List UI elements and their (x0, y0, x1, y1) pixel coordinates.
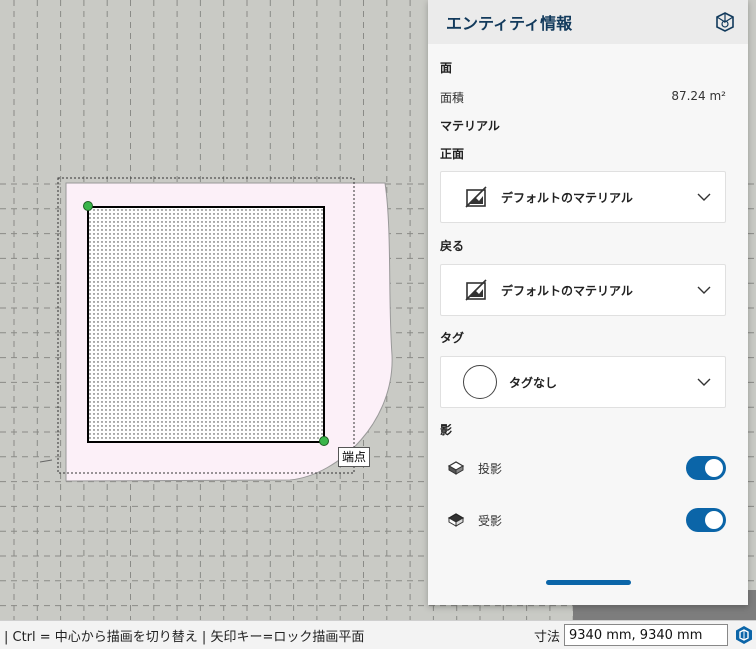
cast-shadow-toggle[interactable] (686, 456, 726, 480)
area-label: 面積 (440, 91, 465, 105)
cast-shadow-icon (447, 461, 465, 475)
front-label: 正面 (440, 147, 465, 161)
receive-shadow-label: 受影 (478, 513, 503, 528)
status-hint: | Ctrl = 中心から描画を切り替え | 矢印キー=ロック描画平面 (4, 629, 365, 645)
drawn-rectangle[interactable] (87, 206, 325, 443)
cast-shadow-row: 投影 (446, 455, 726, 481)
chevron-down-icon (697, 286, 711, 294)
front-material-dropdown[interactable]: デフォルトのマテリアル (440, 171, 726, 223)
back-material-dropdown[interactable]: デフォルトのマテリアル (440, 264, 726, 316)
dimension-input[interactable] (564, 624, 728, 646)
tag-value: タグなし (509, 375, 558, 390)
front-material-label: デフォルトのマテリアル (501, 190, 633, 205)
section-face: 面 (440, 61, 453, 75)
entity-info-cube-icon[interactable] (714, 11, 736, 33)
shadow-label: 影 (440, 423, 453, 437)
back-label: 戻る (440, 239, 465, 253)
dimension-label: 寸法 (533, 629, 560, 645)
receive-shadow-toggle[interactable] (686, 508, 726, 532)
area-value: 87.24 m² (671, 89, 726, 103)
tag-label: タグ (440, 331, 465, 345)
default-material-icon (465, 279, 487, 301)
panel-scroll-indicator[interactable] (546, 580, 631, 585)
tag-dropdown[interactable]: タグなし (440, 356, 726, 408)
receive-shadow-icon (447, 513, 465, 527)
chevron-down-icon (697, 193, 711, 201)
entity-info-panel: エンティティ情報 面 面積 87.24 m² マテリアル 正面 デフォルトのマテ… (428, 0, 748, 605)
tag-color-swatch (463, 365, 497, 399)
chevron-down-icon (697, 378, 711, 386)
endpoint-tooltip: 端点 (338, 447, 371, 467)
inferred-guide (39, 459, 53, 463)
status-bar: | Ctrl = 中心から描画を切り替え | 矢印キー=ロック描画平面 寸法 (0, 620, 756, 649)
back-material-label: デフォルトのマテリアル (501, 283, 633, 298)
panel-title: エンティティ情報 (446, 14, 573, 33)
sketchup-logo-icon (736, 626, 752, 644)
endpoint-marker-start (83, 201, 93, 211)
receive-shadow-row: 受影 (446, 507, 726, 533)
material-header: マテリアル (440, 119, 500, 133)
default-material-icon (465, 186, 487, 208)
endpoint-marker-end (319, 436, 329, 446)
cast-shadow-label: 投影 (478, 461, 503, 476)
panel-header: エンティティ情報 (428, 0, 748, 44)
